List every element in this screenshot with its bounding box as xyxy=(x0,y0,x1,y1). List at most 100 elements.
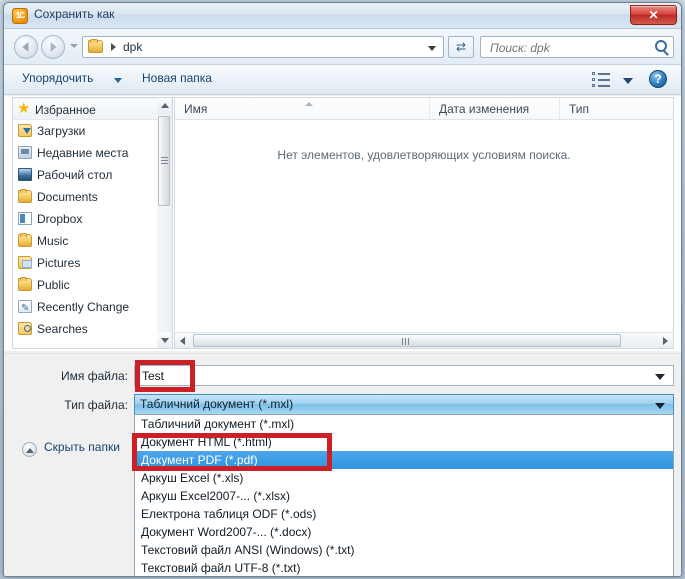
folder-icon xyxy=(18,277,32,291)
scroll-right-icon[interactable] xyxy=(657,333,673,348)
close-button[interactable]: ✕ xyxy=(630,5,677,25)
sidebar-item-public[interactable]: Public xyxy=(13,274,157,296)
filetype-option[interactable]: Аркуш Excel2007-... (*.xlsx) xyxy=(135,487,673,505)
filetype-option[interactable]: Електрона таблиця ODF (*.ods) xyxy=(135,505,673,523)
sidebar-item-label: Загрузки xyxy=(37,124,86,138)
sidebar-item-label: Недавние места xyxy=(37,146,129,160)
sidebar-item-pictures[interactable]: Pictures xyxy=(13,252,157,274)
filetype-option-label: Текстовий файл UTF-8 (*.txt) xyxy=(141,561,301,575)
sidebar-item-favorites[interactable]: ★ Избранное xyxy=(13,98,157,120)
filetype-option-label: Табличний документ (*.mxl) xyxy=(141,417,295,431)
filetype-option[interactable]: Документ HTML (*.html) xyxy=(135,433,673,451)
app-icon: 1C xyxy=(12,8,28,24)
sidebar-item-recently-changed[interactable]: Recently Change xyxy=(13,296,157,320)
filetype-option-label: Аркуш Excel (*.xls) xyxy=(141,471,244,485)
view-chevron-down-icon[interactable] xyxy=(623,78,633,84)
new-folder-button[interactable]: Новая папка xyxy=(142,71,212,85)
refresh-button[interactable]: ⇄ xyxy=(448,36,474,58)
organize-chevron-down-icon[interactable] xyxy=(114,78,122,83)
chevron-up-circle-icon xyxy=(22,442,37,457)
scroll-down-icon[interactable] xyxy=(157,332,171,348)
search-input[interactable] xyxy=(488,40,643,56)
back-button[interactable] xyxy=(14,35,38,59)
filetype-option-label: Документ HTML (*.html) xyxy=(141,435,272,449)
search-folder-icon xyxy=(18,322,32,335)
scroll-left-icon[interactable] xyxy=(175,333,191,348)
sidebar-item-label: Music xyxy=(37,234,69,248)
filetype-option[interactable]: Документ Word2007-... (*.docx) xyxy=(135,523,673,541)
command-toolbar: Упорядочить Новая папка ? xyxy=(4,65,681,95)
empty-list-message: Нет элементов, удовлетворяющих условиям … xyxy=(277,148,571,162)
filetype-option[interactable]: Документ PDF (*.pdf) xyxy=(135,451,673,469)
sidebar-item-dropbox[interactable]: Dropbox xyxy=(13,208,157,230)
filetype-label: Тип файла: xyxy=(64,398,128,412)
filename-chevron-down-icon[interactable] xyxy=(655,374,665,380)
sidebar-item-label: Recently Change xyxy=(37,300,130,314)
filetype-option[interactable]: Аркуш Excel (*.xls) xyxy=(135,469,673,487)
window-title: Сохранить как xyxy=(34,7,115,21)
filetype-selected-value: Табличний документ (*.mxl) xyxy=(140,397,294,411)
forward-arrow-icon xyxy=(50,42,57,52)
column-header-type[interactable]: Тип xyxy=(560,98,673,120)
organize-button[interactable]: Упорядочить xyxy=(22,71,93,85)
sort-ascending-icon xyxy=(305,102,313,106)
sidebar-item-documents[interactable]: Documents xyxy=(13,186,157,208)
filetype-option[interactable]: Текстовий файл UTF-8 (*.txt) xyxy=(135,559,673,576)
navigation-bar: dpk ⇄ xyxy=(4,29,681,65)
filename-input[interactable] xyxy=(140,368,640,384)
address-bar[interactable]: dpk xyxy=(82,36,444,58)
sidebar-scrollbar-thumb[interactable] xyxy=(158,116,170,206)
scroll-up-icon[interactable] xyxy=(157,98,171,114)
filetype-combobox[interactable]: Табличний документ (*.mxl) xyxy=(134,394,674,415)
filename-combobox[interactable] xyxy=(134,365,674,386)
filetype-option[interactable]: Табличний документ (*.mxl) xyxy=(135,415,673,433)
folder-icon xyxy=(88,39,103,53)
sidebar-item-recent-places[interactable]: Недавние места xyxy=(13,142,157,164)
sidebar-item-label: Рабочий стол xyxy=(37,168,113,182)
sidebar-item-label: Documents xyxy=(37,190,98,204)
browser-body: ★ Избранное Загрузки Недавние места Рабо… xyxy=(4,96,681,351)
column-header-row: Имя Дата изменения Тип xyxy=(175,98,673,120)
sidebar-scrollbar[interactable] xyxy=(157,97,173,349)
search-box[interactable] xyxy=(480,36,674,58)
sidebar-item-label: Pictures xyxy=(37,256,81,270)
address-chevron-down-icon[interactable] xyxy=(428,46,436,51)
horizontal-scrollbar-thumb[interactable] xyxy=(193,334,621,347)
filetype-option[interactable]: Текстовий файл ANSI (Windows) (*.txt) xyxy=(135,541,673,559)
downloads-folder-icon xyxy=(18,124,32,137)
filetype-option-label: Електрона таблиця ODF (*.ods) xyxy=(141,507,317,521)
sidebar-item-searches[interactable]: Searches xyxy=(13,318,157,340)
folder-icon xyxy=(18,189,32,203)
filetype-option-label: Аркуш Excel2007-... (*.xlsx) xyxy=(141,489,291,503)
file-fields-area: Имя файла: Тип файла: Табличний документ… xyxy=(4,353,681,423)
search-icon[interactable] xyxy=(655,40,667,52)
file-list-pane: Имя Дата изменения Тип Нет элементов, уд… xyxy=(174,97,674,349)
sidebar-item-downloads[interactable]: Загрузки xyxy=(13,120,157,142)
filetype-option-label: Документ PDF (*.pdf) xyxy=(141,453,258,467)
help-icon[interactable]: ? xyxy=(649,70,667,88)
filename-label: Имя файла: xyxy=(61,369,128,383)
recent-locations-chevron-down-icon[interactable] xyxy=(70,44,78,48)
column-header-date-modified[interactable]: Дата изменения xyxy=(430,98,560,120)
dropbox-icon xyxy=(18,212,32,225)
folder-icon xyxy=(18,233,32,247)
filetype-chevron-down-icon[interactable] xyxy=(655,403,665,409)
title-bar: 1C Сохранить как ✕ xyxy=(4,3,681,29)
sidebar-item-desktop[interactable]: Рабочий стол xyxy=(13,164,157,186)
sidebar-item-label: Searches xyxy=(37,322,88,336)
sidebar-item-label: Избранное xyxy=(35,103,96,117)
forward-button[interactable] xyxy=(41,35,65,59)
column-header-name[interactable]: Имя xyxy=(175,98,430,120)
filetype-dropdown-list[interactable]: Табличний документ (*.mxl) Документ HTML … xyxy=(134,414,674,576)
pictures-folder-icon xyxy=(18,256,32,269)
sidebar-item-music[interactable]: Music xyxy=(13,230,157,252)
breadcrumb-separator-icon xyxy=(111,43,116,51)
recently-changed-icon xyxy=(18,298,32,320)
list-view-icon[interactable] xyxy=(592,72,611,88)
sidebar-item-label: Public xyxy=(37,278,70,292)
breadcrumb[interactable]: dpk xyxy=(123,40,142,54)
desktop-background: 1C Сохранить как ✕ dpk ⇄ Поиск: dpk Упор… xyxy=(0,0,685,579)
desktop-icon xyxy=(18,168,32,181)
recent-places-icon xyxy=(18,146,32,159)
horizontal-scrollbar[interactable] xyxy=(175,332,673,348)
